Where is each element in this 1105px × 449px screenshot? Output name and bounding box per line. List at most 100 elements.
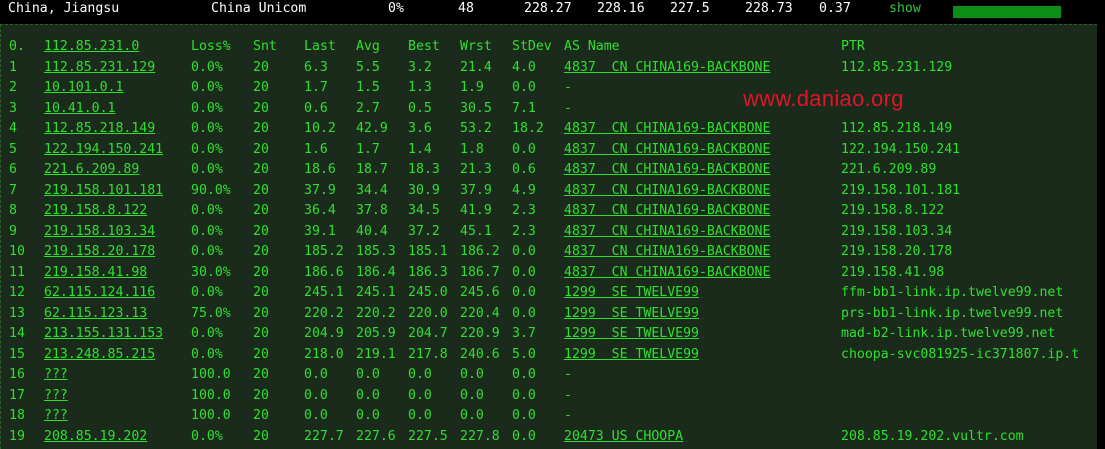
host-link[interactable]: 219.158.8.122 bbox=[44, 201, 147, 221]
host-link[interactable]: 112.85.231.129 bbox=[44, 58, 155, 78]
host-link[interactable]: 219.158.101.181 bbox=[44, 181, 163, 201]
as-name-link: - bbox=[564, 367, 572, 382]
as-name-link[interactable]: 1299 SE TWELVE99 bbox=[564, 324, 699, 344]
last-cell: 37.9 bbox=[304, 182, 336, 198]
ptr-cell: ffm-bb1-link.ip.twelve99.net bbox=[841, 285, 1064, 300]
host-link[interactable]: 62.115.123.13 bbox=[44, 304, 147, 324]
best-cell: 3.6 bbox=[408, 121, 432, 136]
as-name-link[interactable]: 4837 CN CHINA169-BACKBONE bbox=[564, 160, 770, 180]
header-last: Last bbox=[304, 39, 336, 54]
as-name-link[interactable]: 4837 CN CHINA169-BACKBONE bbox=[564, 140, 770, 160]
snt-cell: 20 bbox=[253, 367, 269, 382]
ptr-cell: 219.158.101.181 bbox=[841, 182, 961, 198]
table-row: 19 208.85.19.202 0.0% 20 227.7 227.6 227.5 227.… bbox=[1, 427, 1097, 447]
host-link[interactable]: 213.155.131.153 bbox=[44, 324, 163, 344]
header-best: Best bbox=[408, 39, 440, 54]
wrst-cell: 37.9 bbox=[460, 182, 492, 198]
host-link[interactable]: ??? bbox=[44, 386, 68, 406]
hop-number: 4 bbox=[9, 121, 17, 136]
snt-cell: 20 bbox=[253, 244, 269, 259]
as-name-link[interactable]: 1299 SE TWELVE99 bbox=[564, 304, 699, 324]
stdev-cell: 0.0 bbox=[512, 408, 536, 423]
host-link[interactable]: 122.194.150.241 bbox=[44, 140, 163, 160]
avg-cell: 185.3 bbox=[356, 244, 396, 259]
table-row: 3 10.41.0.1 0.0% 20 0.6 2.7 0.5 30.5 7.1 - bbox=[1, 99, 1097, 119]
best-cell: 0.0 bbox=[408, 387, 432, 403]
host-link[interactable]: 62.115.124.116 bbox=[44, 283, 155, 303]
host-link[interactable]: 208.85.19.202 bbox=[44, 427, 147, 447]
as-name-link: - bbox=[564, 100, 572, 116]
best-cell: 1.3 bbox=[408, 80, 432, 95]
host-link[interactable]: 10.101.0.1 bbox=[44, 78, 123, 98]
host-link[interactable]: ??? bbox=[44, 406, 68, 426]
as-name-link[interactable]: 1299 SE TWELVE99 bbox=[564, 283, 699, 303]
last-cell: 218.0 bbox=[304, 346, 344, 362]
header-stdev: StDev bbox=[512, 39, 552, 54]
loss-cell: 0.0% bbox=[191, 326, 223, 341]
table-row: 13 62.115.123.13 75.0% 20 220.2 220.2 220.0 220… bbox=[1, 304, 1097, 324]
ptr-cell: 219.158.20.178 bbox=[841, 244, 953, 259]
show-link[interactable]: show bbox=[889, 1, 921, 16]
hop-number: 17 bbox=[9, 387, 25, 403]
last-cell: 0.0 bbox=[304, 367, 328, 382]
as-name-link[interactable]: 4837 CN CHINA169-BACKBONE bbox=[564, 181, 770, 201]
as-name-link[interactable]: 4837 CN CHINA169-BACKBONE bbox=[564, 242, 770, 262]
best-cell: 0.5 bbox=[408, 100, 432, 116]
hop-number: 2 bbox=[9, 80, 17, 95]
last-cell: 186.6 bbox=[304, 264, 344, 280]
host-link[interactable]: 10.41.0.1 bbox=[44, 99, 115, 119]
table-row: 2 10.101.0.1 0.0% 20 1.7 1.5 1.3 1.9 0.0 - bbox=[1, 78, 1097, 98]
stdev-cell: 2.3 bbox=[512, 223, 536, 239]
wrst-cell: 21.3 bbox=[460, 162, 492, 177]
host-link[interactable]: 219.158.20.178 bbox=[44, 242, 155, 262]
hop-number: 15 bbox=[9, 346, 25, 362]
last-cell: 0.6 bbox=[304, 100, 328, 116]
wrst-cell: 21.4 bbox=[460, 59, 492, 75]
table-row: 5 122.194.150.241 0.0% 20 1.6 1.7 1.4 1.8 0.0 483… bbox=[1, 140, 1097, 160]
loss-cell: 0.0% bbox=[191, 162, 223, 177]
avg-cell: 40.4 bbox=[356, 223, 388, 239]
host-link[interactable]: 213.248.85.215 bbox=[44, 345, 155, 365]
host-link[interactable]: 219.158.103.34 bbox=[44, 222, 155, 242]
hop-number: 18 bbox=[9, 408, 25, 423]
host-link[interactable]: 112.85.218.149 bbox=[44, 119, 155, 139]
snt-cell: 20 bbox=[253, 223, 269, 239]
host-link[interactable]: 219.158.41.98 bbox=[44, 263, 147, 283]
as-name-link[interactable]: 1299 SE TWELVE99 bbox=[564, 345, 699, 365]
as-name-link[interactable]: 4837 CN CHINA169-BACKBONE bbox=[564, 222, 770, 242]
table-row: 18??? 100.0 20 0.0 0.0 0.0 0.0 0.0 - bbox=[1, 406, 1097, 426]
stdev-cell: 18.2 bbox=[512, 121, 544, 136]
snt-cell: 20 bbox=[253, 121, 269, 136]
avg-cell: 34.4 bbox=[356, 182, 388, 198]
hop-number: 13 bbox=[9, 305, 25, 321]
last-cell: 204.9 bbox=[304, 326, 344, 341]
loss-cell: 0.0% bbox=[191, 203, 223, 218]
stdev-cell: 0.0 bbox=[512, 367, 536, 382]
header-loss: Loss% bbox=[191, 39, 231, 54]
loss-cell: 0.0% bbox=[191, 428, 223, 444]
snt-cell: 20 bbox=[253, 305, 269, 321]
avg-cell: 186.4 bbox=[356, 264, 396, 280]
as-name-link[interactable]: 20473 US CHOOPA bbox=[564, 427, 683, 447]
as-name-link[interactable]: 4837 CN CHINA169-BACKBONE bbox=[564, 119, 770, 139]
table-row: 12 62.115.124.116 0.0% 20 245.1 245.1 245.0 245… bbox=[1, 283, 1097, 303]
wrst-cell: 1.8 bbox=[460, 141, 484, 157]
stdev-cell: 0.0 bbox=[512, 285, 536, 300]
loss-cell: 0.0% bbox=[191, 223, 223, 239]
as-name-link[interactable]: 4837 CN CHINA169-BACKBONE bbox=[564, 201, 770, 221]
as-name-link: - bbox=[564, 387, 572, 403]
stdev-cell: 0.0 bbox=[512, 387, 536, 403]
stat-value-1: 228.27 bbox=[524, 1, 572, 16]
as-name-link[interactable]: 4837 CN CHINA169-BACKBONE bbox=[564, 263, 770, 283]
mtr-report-panel: 0. 112.85.231.0 Loss% Snt Last Avg Best Wrst StD… bbox=[0, 24, 1097, 449]
as-name-link[interactable]: 4837 CN CHINA169-BACKBONE bbox=[564, 58, 770, 78]
hop-number: 7 bbox=[9, 182, 17, 198]
last-cell: 227.7 bbox=[304, 428, 344, 444]
avg-cell: 1.5 bbox=[356, 80, 380, 95]
stdev-cell: 0.0 bbox=[512, 244, 536, 259]
wrst-cell: 240.6 bbox=[460, 346, 500, 362]
host-link[interactable]: 221.6.209.89 bbox=[44, 160, 139, 180]
wrst-cell: 41.9 bbox=[460, 203, 492, 218]
host-link[interactable]: ??? bbox=[44, 365, 68, 385]
header-snt: Snt bbox=[253, 39, 277, 54]
